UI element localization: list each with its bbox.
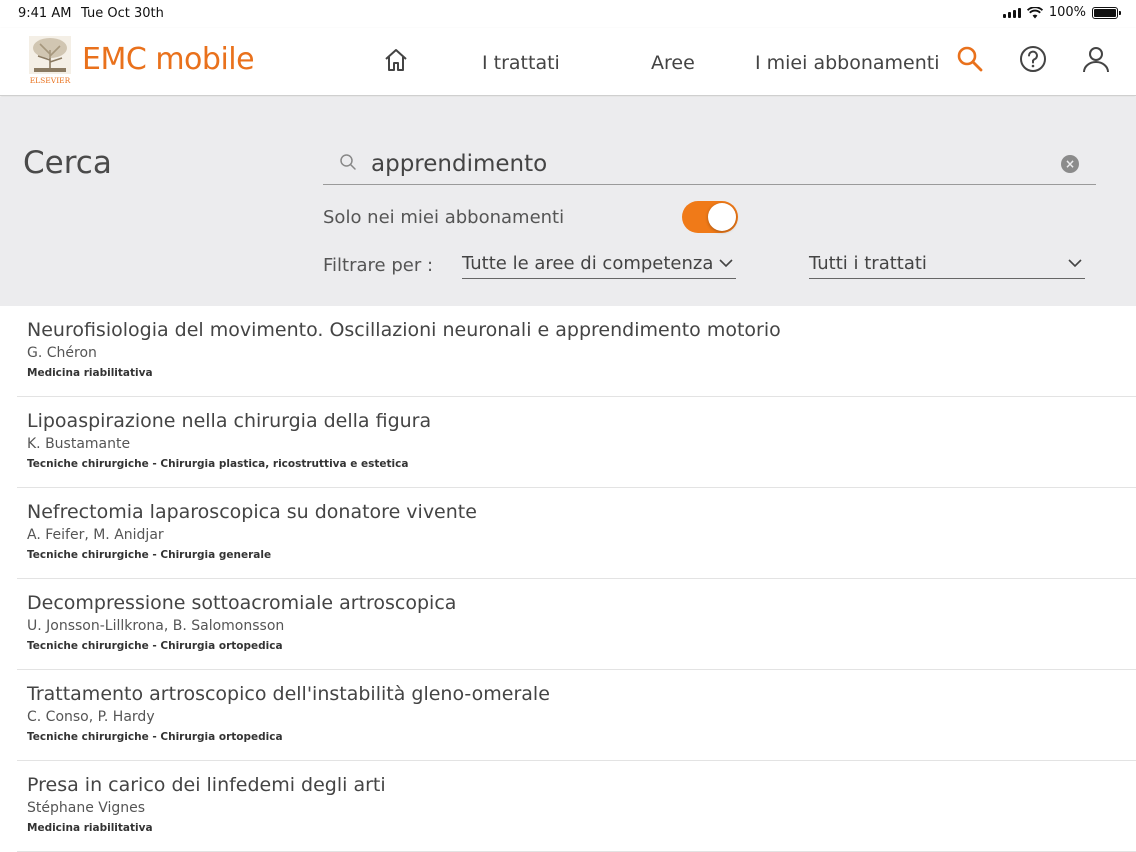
status-bar: 9:41 AM Tue Oct 30th 100% [0,0,1136,28]
top-navigation: ELSEVIER EMC mobile I trattati Aree I mi… [0,28,1136,96]
result-item[interactable]: Trattamento artroscopico dell'instabilit… [17,670,1136,761]
chevron-down-icon [1068,259,1082,268]
area-filter-value: Tutte le aree di competenza [462,253,714,274]
status-time: 9:41 AM [18,6,72,21]
result-item[interactable]: Neurofisiologia del movimento. Oscillazi… [17,306,1136,397]
treatise-filter-select[interactable]: Tutti i trattati [809,253,1085,279]
cellular-signal-icon [1002,7,1021,18]
search-icon[interactable] [955,44,985,74]
nav-areas[interactable]: Aree [651,52,695,74]
chevron-down-icon [719,259,733,268]
result-title: Trattamento artroscopico dell'instabilit… [27,683,550,705]
result-item[interactable]: Presa in carico dei linfedemi degli arti… [17,761,1136,852]
nav-treatises[interactable]: I trattati [482,52,560,74]
result-authors: A. Feifer, M. Anidjar [27,527,164,543]
result-title: Neurofisiologia del movimento. Oscillazi… [27,319,781,341]
subscriptions-only-label: Solo nei miei abbonamenti [323,207,565,228]
treatise-filter-value: Tutti i trattati [809,253,927,274]
search-input[interactable] [371,147,1051,181]
result-authors: G. Chéron [27,345,97,361]
status-date: Tue Oct 30th [81,6,164,21]
area-filter-select[interactable]: Tutte le aree di competenza [462,253,736,279]
user-account-icon[interactable] [1081,44,1111,74]
filter-label: Filtrare per : [323,255,434,276]
result-authors: U. Jonsson-Lillkrona, B. Salomonsson [27,618,285,634]
result-authors: C. Conso, P. Hardy [27,709,155,725]
result-title: Nefrectomia laparoscopica su donatore vi… [27,501,477,523]
clear-search-icon[interactable]: × [1061,155,1079,173]
battery-percent: 100% [1048,5,1086,20]
battery-icon [1092,6,1121,19]
subscriptions-only-toggle[interactable] [682,201,738,233]
search-panel: Cerca × Solo nei miei abbonamenti Filtra… [0,97,1136,306]
status-indicators: 100% [1002,5,1121,20]
search-field: × [323,143,1096,185]
nav-my-subscriptions[interactable]: I miei abbonamenti [755,52,939,74]
result-area: Tecniche chirurgiche - Chirurgia ortoped… [27,640,283,652]
search-field-icon [340,154,356,170]
result-title: Lipoaspirazione nella chirurgia della fi… [27,410,432,432]
result-item[interactable]: Lipoaspirazione nella chirurgia della fi… [17,397,1136,488]
result-item[interactable]: Nefrectomia laparoscopica su donatore vi… [17,488,1136,579]
result-title: Decompressione sottoacromiale artroscopi… [27,592,457,614]
elsevier-logo[interactable]: ELSEVIER [26,34,74,86]
result-area: Tecniche chirurgiche - Chirurgia ortoped… [27,731,283,743]
result-authors: K. Bustamante [27,436,131,452]
app-brand-title: EMC mobile [82,42,255,77]
search-results-list: Neurofisiologia del movimento. Oscillazi… [0,306,1136,852]
page-title: Cerca [23,145,112,181]
result-area: Tecniche chirurgiche - Chirurgia general… [27,549,272,561]
help-icon[interactable] [1018,44,1048,74]
result-area: Tecniche chirurgiche - Chirurgia plastic… [27,458,409,470]
result-area: Medicina riabilitativa [27,822,153,834]
wifi-icon [1026,6,1043,18]
result-title: Presa in carico dei linfedemi degli arti [27,774,386,796]
result-area: Medicina riabilitativa [27,367,153,379]
home-icon[interactable] [382,46,410,74]
result-authors: Stéphane Vignes [27,800,146,816]
toggle-knob [708,203,736,231]
result-item[interactable]: Decompressione sottoacromiale artroscopi… [17,579,1136,670]
svg-text:ELSEVIER: ELSEVIER [30,76,71,85]
